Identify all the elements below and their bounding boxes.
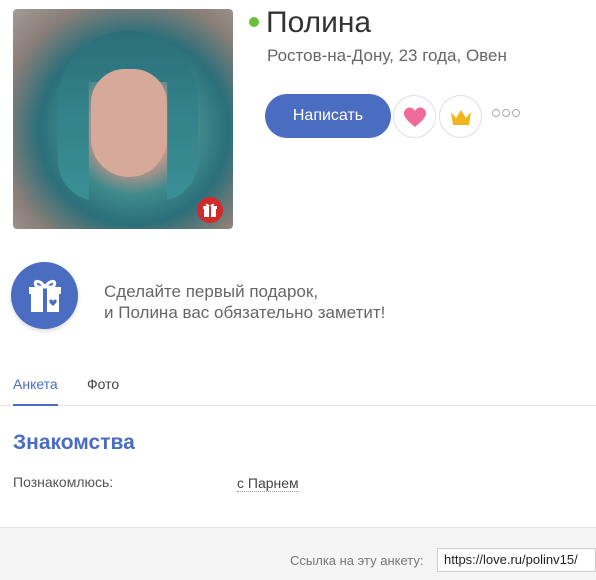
- gift-promo-text: Сделайте первый подарок, и Полина вас об…: [104, 281, 385, 323]
- profile-tabs: Анкета Фото: [0, 367, 596, 406]
- profile-link-label: Ссылка на эту анкету:: [290, 553, 424, 568]
- write-message-button[interactable]: Написать: [265, 94, 391, 138]
- gift-icon: [28, 279, 61, 312]
- field-label-looking-for: Познакомлюсь:: [13, 474, 114, 490]
- crown-icon: [450, 109, 471, 125]
- like-button[interactable]: [393, 95, 436, 138]
- gift-promo-line2: и Полина вас обязательно заметит!: [104, 303, 386, 322]
- profile-link-field[interactable]: https://love.ru/polinv15/: [437, 548, 596, 572]
- heart-icon: [403, 106, 426, 127]
- section-title: Знакомства: [13, 431, 135, 454]
- more-dots-icon[interactable]: [492, 109, 520, 117]
- vip-button[interactable]: [439, 95, 482, 138]
- profile-subtitle: Ростов-на-Дону, 23 года, Овен: [267, 46, 507, 65]
- gift-badge-icon[interactable]: [197, 197, 223, 223]
- gift-promo-line1: Сделайте первый подарок,: [104, 282, 319, 301]
- field-value-looking-for[interactable]: с Парнем: [237, 475, 299, 492]
- profile-avatar[interactable]: [13, 9, 233, 229]
- avatar-face: [91, 69, 167, 177]
- profile-name: Полина: [266, 6, 372, 39]
- online-status-indicator: [249, 17, 259, 27]
- tab-photo[interactable]: Фото: [87, 376, 119, 392]
- footer: Ссылка на эту анкету: https://love.ru/po…: [0, 527, 596, 580]
- send-gift-button[interactable]: [11, 262, 78, 329]
- tab-profile[interactable]: Анкета: [13, 376, 58, 406]
